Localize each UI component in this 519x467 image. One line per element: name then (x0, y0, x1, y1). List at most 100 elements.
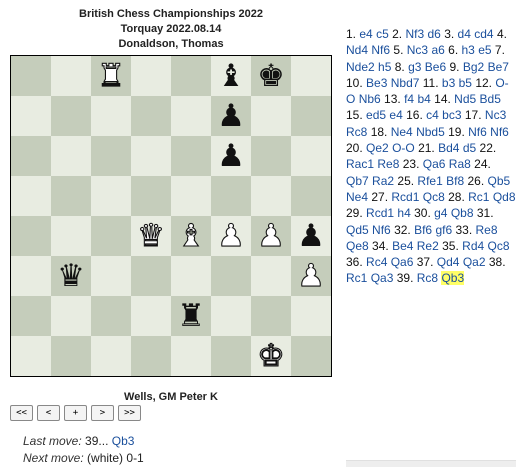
black-move-link[interactable]: Nbd7 (391, 76, 420, 90)
square-e1[interactable] (171, 336, 211, 376)
square-c4[interactable] (91, 216, 131, 256)
square-f6[interactable]: ♟ (211, 136, 251, 176)
square-g8[interactable]: ♚ (251, 56, 291, 96)
white-pawn-icon[interactable]: ♟ (257, 216, 286, 256)
square-a7[interactable] (11, 96, 51, 136)
square-b1[interactable] (51, 336, 91, 376)
black-move-link[interactable]: Nf6 (371, 43, 390, 57)
black-move-link[interactable]: Qe8 (346, 239, 369, 253)
square-g3[interactable] (251, 256, 291, 296)
square-b6[interactable] (51, 136, 91, 176)
black-move-link[interactable]: cd4 (474, 27, 493, 41)
black-move-link[interactable]: h5 (378, 60, 391, 74)
white-move-link[interactable]: Qd5 (346, 223, 369, 237)
square-f2[interactable] (211, 296, 251, 336)
square-d3[interactable] (131, 256, 171, 296)
square-h1[interactable] (291, 336, 331, 376)
white-bishop-icon[interactable]: ♝ (177, 216, 206, 256)
black-move-link[interactable]: Be6 (425, 60, 446, 74)
next-move-button[interactable]: > (91, 405, 114, 421)
last-move-link[interactable]: Qb3 (112, 434, 135, 448)
square-c3[interactable] (91, 256, 131, 296)
white-move-link[interactable]: e4 (359, 27, 372, 41)
black-move-link[interactable]: gf6 (435, 223, 452, 237)
black-pawn-icon[interactable]: ♟ (217, 136, 245, 176)
white-move-link[interactable]: Rfe1 (417, 174, 442, 188)
square-c5[interactable] (91, 176, 131, 216)
white-move-link[interactable]: Rc8 (417, 271, 438, 285)
square-d7[interactable] (131, 96, 171, 136)
square-g7[interactable] (251, 96, 291, 136)
square-e3[interactable] (171, 256, 211, 296)
white-move-link[interactable]: Be4 (392, 239, 413, 253)
chess-board[interactable]: ♜ ♝ ♚ ♟ ♟ ♛ ♝ ♟ ♟ ♟ ♛ ♟ ♜ ♚ (10, 55, 332, 377)
white-move-link[interactable]: Qe2 (366, 141, 389, 155)
black-move-link[interactable]: d6 (427, 27, 440, 41)
black-move-link[interactable]: Qa3 (371, 271, 394, 285)
white-move-link[interactable]: Ne4 (391, 125, 413, 139)
square-d6[interactable] (131, 136, 171, 176)
white-king-icon[interactable]: ♚ (257, 336, 286, 376)
white-move-link[interactable]: Rc1 (468, 190, 489, 204)
square-g5[interactable] (251, 176, 291, 216)
black-move-link[interactable]: h4 (397, 206, 410, 220)
square-d8[interactable] (131, 56, 171, 96)
black-move-link[interactable]: O-O (392, 141, 415, 155)
white-move-link[interactable]: Nd4 (346, 43, 368, 57)
white-move-link[interactable]: Be3 (366, 76, 387, 90)
white-queen-icon[interactable]: ♛ (137, 216, 166, 256)
black-move-link[interactable]: e5 (478, 43, 491, 57)
square-b8[interactable] (51, 56, 91, 96)
black-move-link[interactable]: Re2 (417, 239, 439, 253)
white-move-link[interactable]: Nc3 (407, 43, 428, 57)
square-a2[interactable] (11, 296, 51, 336)
white-move-link[interactable]: g3 (408, 60, 421, 74)
square-c1[interactable] (91, 336, 131, 376)
white-move-link[interactable]: Nde2 (346, 60, 375, 74)
white-move-link[interactable]: Rac1 (346, 157, 374, 171)
square-f8[interactable]: ♝ (211, 56, 251, 96)
white-move-link[interactable]: Nf3 (405, 27, 424, 41)
black-move-link[interactable]: Qd8 (493, 190, 516, 204)
square-b7[interactable] (51, 96, 91, 136)
white-move-link[interactable]: Qd4 (437, 255, 460, 269)
white-move-link[interactable]: Bd4 (438, 141, 459, 155)
black-move-link[interactable]: Qb8 (451, 206, 474, 220)
black-move-link[interactable]: Nbd5 (416, 125, 445, 139)
white-move-link[interactable]: Rd4 (462, 239, 484, 253)
black-move-link[interactable]: Ra2 (372, 174, 394, 188)
white-move-link[interactable]: Qa6 (423, 157, 446, 171)
white-move-link[interactable]: Nd5 (454, 92, 476, 106)
white-move-link[interactable]: Bf6 (414, 223, 432, 237)
square-a8[interactable] (11, 56, 51, 96)
square-c6[interactable] (91, 136, 131, 176)
white-move-link[interactable]: Qb7 (346, 174, 369, 188)
square-c8[interactable]: ♜ (91, 56, 131, 96)
square-f1[interactable] (211, 336, 251, 376)
white-move-link[interactable]: ed5 (366, 108, 386, 122)
square-h4[interactable]: ♟ (291, 216, 331, 256)
white-move-link[interactable]: Nf6 (468, 125, 487, 139)
white-move-link[interactable]: Bg2 (463, 60, 484, 74)
white-rook-icon[interactable]: ♜ (97, 56, 126, 96)
black-move-link[interactable]: Qb3 (441, 271, 465, 286)
white-move-link[interactable]: g4 (434, 206, 447, 220)
black-king-icon[interactable]: ♚ (257, 56, 285, 96)
square-g2[interactable] (251, 296, 291, 336)
black-move-link[interactable]: Nb6 (359, 92, 381, 106)
white-move-link[interactable]: Rc1 (346, 271, 367, 285)
black-move-link[interactable]: Re8 (377, 157, 399, 171)
square-g4[interactable]: ♟ (251, 216, 291, 256)
square-e5[interactable] (171, 176, 211, 216)
black-move-link[interactable]: b5 (459, 76, 472, 90)
black-move-link[interactable]: e4 (389, 108, 402, 122)
first-move-button[interactable]: << (10, 405, 33, 421)
square-b3[interactable]: ♛ (51, 256, 91, 296)
square-g1[interactable]: ♚ (251, 336, 291, 376)
square-d4[interactable]: ♛ (131, 216, 171, 256)
white-move-link[interactable]: Re8 (476, 223, 498, 237)
square-b2[interactable] (51, 296, 91, 336)
black-rook-icon[interactable]: ♜ (177, 296, 205, 336)
black-move-link[interactable]: Rc8 (346, 125, 367, 139)
square-e7[interactable] (171, 96, 211, 136)
